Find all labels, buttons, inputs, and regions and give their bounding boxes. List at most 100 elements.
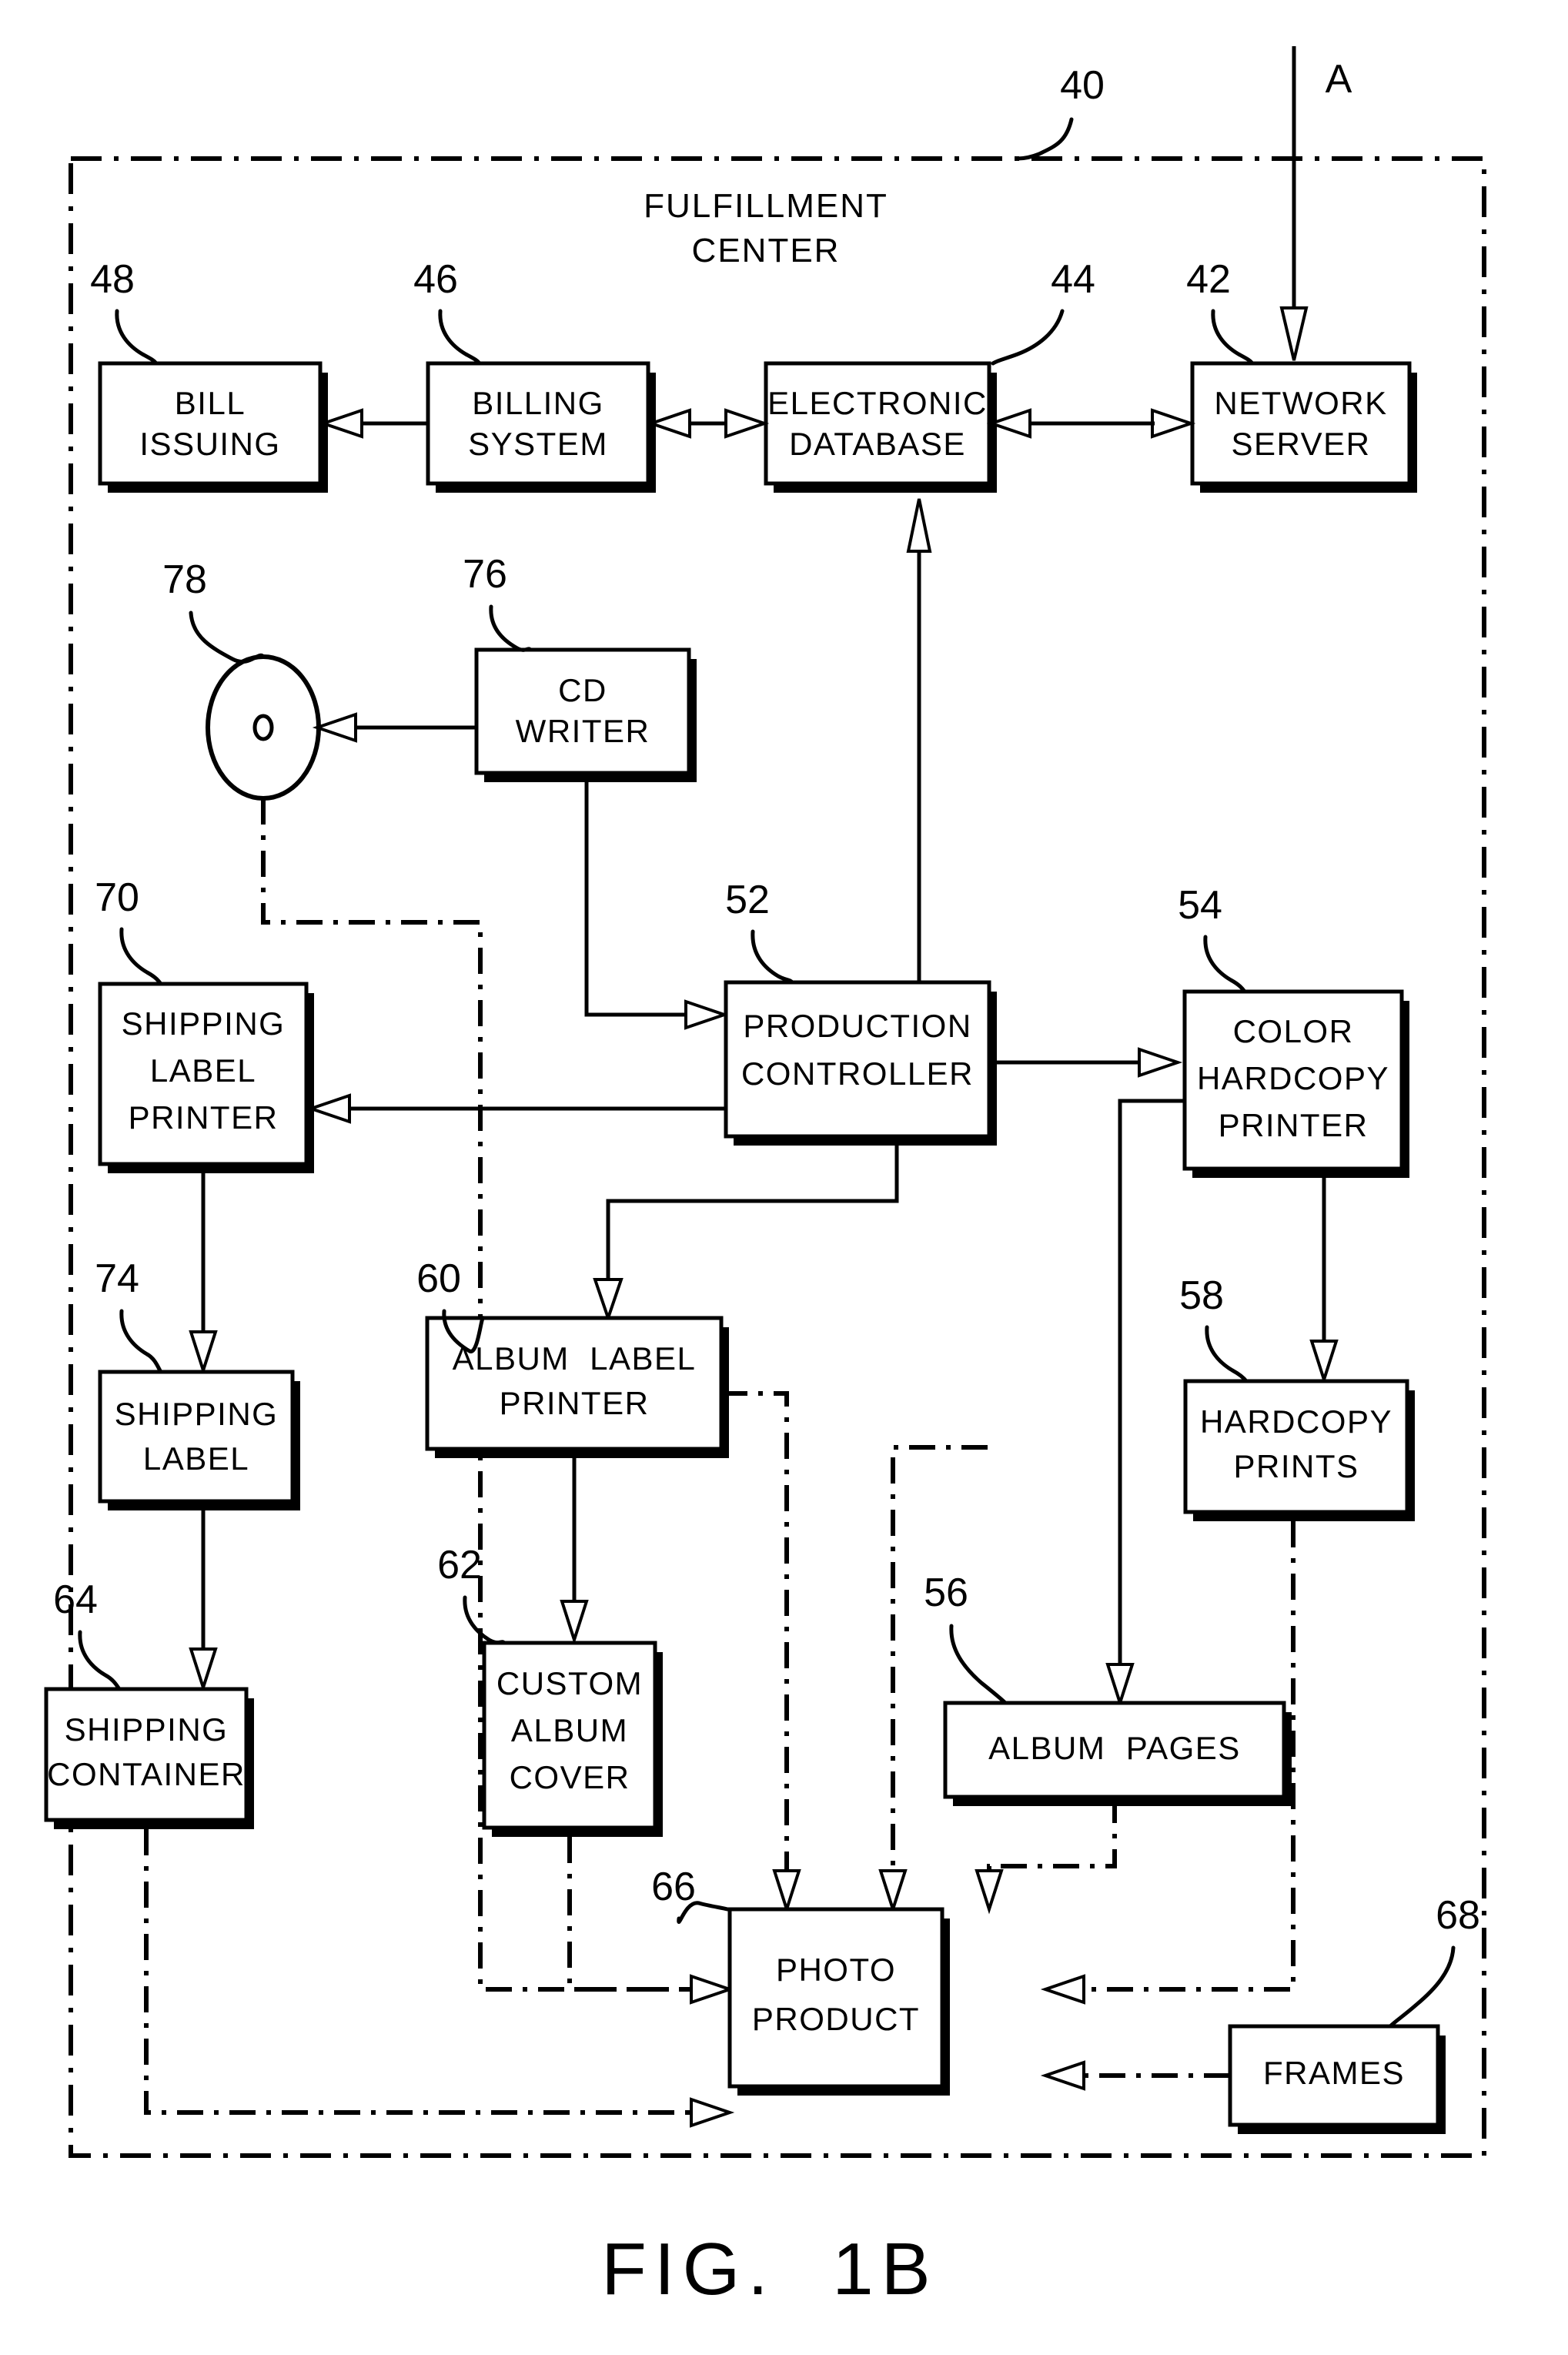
flow-controller-material-to-photo-product <box>891 1445 988 1871</box>
link-db-billing-head-left <box>646 408 691 439</box>
leader-48 <box>115 309 159 366</box>
shipping-container-line2: CONTAINER <box>47 1756 246 1792</box>
custom-album-cover-line2: ALBUM <box>511 1712 628 1748</box>
leader-58 <box>1205 1325 1249 1383</box>
ref-76: 76 <box>463 552 507 597</box>
node-frames[interactable]: FRAMES <box>1228 2024 1446 2134</box>
photo-product-line1: PHOTO <box>776 1952 896 1988</box>
electronic-database-label-line1: ELECTRONIC <box>767 385 988 421</box>
link-ns-db-head-left <box>986 408 1031 439</box>
cd-writer-label-line1: CD <box>558 672 607 708</box>
flow-disc-to-photo-product-head <box>690 1974 735 2005</box>
shipping-label-printer-line1: SHIPPING <box>122 1005 286 1042</box>
album-pages-label: ALBUM PAGES <box>988 1730 1241 1766</box>
figure-caption: FIG. 1B <box>601 2228 938 2310</box>
ref-60: 60 <box>416 1256 461 1301</box>
node-bill-issuing[interactable]: BILL ISSUING <box>98 361 328 493</box>
electronic-database-label-line2: DATABASE <box>789 426 966 462</box>
link-sl-to-sc-head <box>189 1647 218 1693</box>
ref-46: 46 <box>413 257 458 302</box>
ref-56: 56 <box>924 1571 968 1615</box>
leader-46 <box>438 309 482 366</box>
node-electronic-database[interactable]: ELECTRONIC DATABASE <box>764 361 997 493</box>
ref-62: 62 <box>437 1543 482 1587</box>
ref-52: 52 <box>725 878 770 922</box>
flow-controller-material-head <box>878 1869 908 1915</box>
link-pc-to-slp-head <box>306 1093 351 1124</box>
node-network-server[interactable]: NETWORK SERVER <box>1190 361 1417 493</box>
leader-44 <box>991 309 1065 366</box>
flow-album-pages-head <box>975 1869 1004 1915</box>
node-album-label-printer[interactable]: ALBUM LABEL PRINTER <box>425 1316 729 1458</box>
flow-frames-to-photo-product-head <box>1040 2060 1085 2091</box>
node-cd-disc[interactable] <box>206 654 321 801</box>
link-chp-to-album-pages-head <box>1105 1663 1135 1708</box>
flow-alp-to-photo-product-head <box>772 1869 801 1915</box>
leader-40 <box>1015 117 1074 161</box>
ref-70: 70 <box>95 875 139 920</box>
network-server-label-line1: NETWORK <box>1214 385 1387 421</box>
flow-container-to-photo-product-head <box>690 2097 735 2128</box>
link-pc-to-alp <box>606 1146 899 1278</box>
link-pc-to-chp-head <box>1138 1047 1183 1078</box>
custom-album-cover-line3: COVER <box>510 1759 630 1795</box>
ref-58: 58 <box>1179 1273 1224 1318</box>
link-chp-to-album-pages <box>1118 1099 1185 1663</box>
leader-68 <box>1388 1945 1456 2029</box>
ref-44: 44 <box>1051 257 1095 302</box>
node-billing-system[interactable]: BILLING SYSTEM <box>426 361 656 493</box>
link-cdwriter-to-pc <box>584 782 685 1017</box>
photo-product-line2: PRODUCT <box>752 2001 920 2037</box>
link-pc-to-alp-head <box>593 1278 624 1323</box>
node-hardcopy-prints[interactable]: HARDCOPY PRINTS <box>1183 1379 1415 1521</box>
ref-54: 54 <box>1178 883 1222 928</box>
arrow-A-head <box>1279 306 1309 361</box>
patent-figure: FULFILLMENT CENTER 40 A BILL ISSUING 48 … <box>0 0 1568 2355</box>
node-custom-album-cover[interactable]: CUSTOM ALBUM COVER <box>482 1641 663 1837</box>
shipping-label-printer-line3: PRINTER <box>129 1099 279 1136</box>
node-shipping-label-printer[interactable]: SHIPPING LABEL PRINTER <box>98 982 314 1173</box>
node-production-controller[interactable]: PRODUCTION CONTROLLER <box>724 980 997 1146</box>
link-ns-db-head-right <box>1151 408 1196 439</box>
album-label-printer-line2: PRINTER <box>500 1385 650 1421</box>
node-color-hardcopy-printer[interactable]: COLOR HARDCOPY PRINTER <box>1182 989 1409 1178</box>
leader-56 <box>949 1624 1008 1705</box>
node-shipping-container[interactable]: SHIPPING CONTAINER <box>44 1687 254 1829</box>
flow-container-to-photo-product <box>144 1829 693 2115</box>
node-photo-product[interactable]: PHOTO PRODUCT <box>727 1907 950 2096</box>
shipping-label-line2: LABEL <box>143 1440 249 1477</box>
ref-48: 48 <box>90 257 135 302</box>
leader-78 <box>189 610 266 664</box>
leader-74 <box>119 1309 163 1374</box>
link-slp-to-sl-head <box>189 1330 218 1376</box>
flow-cover-to-photo-product <box>567 1837 693 1992</box>
node-cd-writer[interactable]: CD WRITER <box>474 647 697 782</box>
hardcopy-prints-line1: HARDCOPY <box>1200 1403 1392 1440</box>
ref-64: 64 <box>53 1577 98 1622</box>
enclosure-title-line2: CENTER <box>692 232 841 269</box>
link-alp-to-cac-head <box>560 1600 589 1645</box>
shipping-label-printer-line2: LABEL <box>150 1052 256 1089</box>
ref-66: 66 <box>651 1865 696 1909</box>
hardcopy-prints-line2: PRINTS <box>1233 1448 1359 1484</box>
node-shipping-label[interactable]: SHIPPING LABEL <box>98 1370 300 1510</box>
billing-system-label-line2: SYSTEM <box>468 426 608 462</box>
flow-alp-to-photo-product <box>721 1391 789 1871</box>
ref-78: 78 <box>162 557 207 602</box>
leader-64 <box>78 1630 122 1691</box>
cd-writer-label-line2: WRITER <box>516 713 650 749</box>
billing-system-label-line1: BILLING <box>472 385 604 421</box>
ref-40: 40 <box>1060 63 1105 108</box>
flow-prints-to-photo-product-head <box>1040 1974 1085 2005</box>
node-album-pages[interactable]: ALBUM PAGES <box>943 1701 1292 1806</box>
leader-76 <box>489 604 533 652</box>
link-cdwriter-to-pc-head <box>684 999 730 1030</box>
color-hardcopy-printer-line3: PRINTER <box>1219 1107 1369 1143</box>
frames-label: FRAMES <box>1263 2055 1405 2091</box>
leader-62 <box>463 1595 507 1645</box>
production-controller-line1: PRODUCTION <box>743 1008 971 1044</box>
leader-70 <box>119 927 163 986</box>
flow-album-pages-to-photo-product <box>987 1797 1117 1871</box>
bill-issuing-label-line2: ISSUING <box>139 426 280 462</box>
color-hardcopy-printer-line2: HARDCOPY <box>1197 1060 1389 1096</box>
